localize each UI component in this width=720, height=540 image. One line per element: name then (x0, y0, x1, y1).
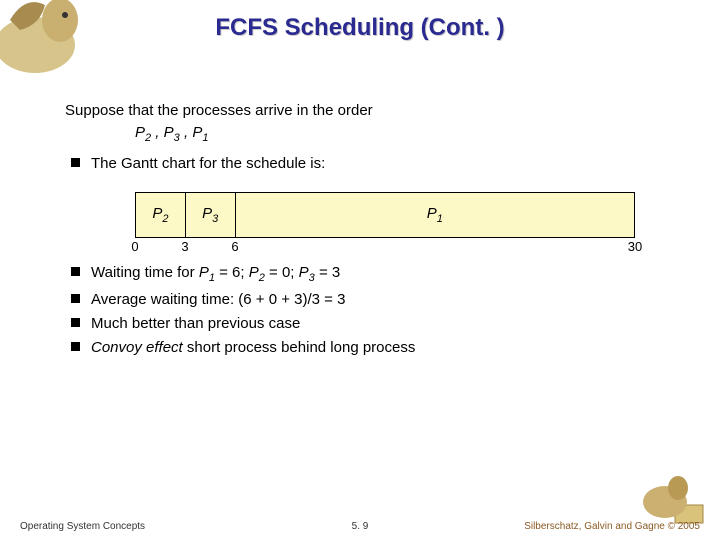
intro-line-1: Suppose that the processes arrive in the… (65, 100, 680, 122)
footer-page-number: 5. 9 (20, 521, 700, 532)
gantt-seg-p2: P2 (136, 193, 186, 237)
gantt-chart: P2 P3 P1 0 3 6 30 (135, 192, 635, 256)
bullet-list-bottom: Waiting time for P1 = 6; P2 = 0; P3 = 3 … (65, 262, 680, 358)
slide-title: FCFS Scheduling (Cont. ) (0, 14, 720, 42)
bullet-gantt-intro: The Gantt chart for the schedule is: (65, 153, 680, 175)
slide-body: Suppose that the processes arrive in the… (65, 100, 680, 361)
gantt-bar: P2 P3 P1 (135, 192, 635, 238)
bullet-convoy: Convoy effect short process behind long … (65, 337, 680, 359)
intro-order: P2 , P3 , P1 (65, 122, 680, 147)
tick-0: 0 (131, 238, 138, 257)
gantt-seg-p1: P1 (236, 193, 634, 237)
bullet-list-top: The Gantt chart for the schedule is: (65, 153, 680, 175)
bullet-waiting-times: Waiting time for P1 = 6; P2 = 0; P3 = 3 (65, 262, 680, 287)
bullet-better: Much better than previous case (65, 313, 680, 335)
tick-6: 6 (231, 238, 238, 257)
bullet-avg-wait: Average waiting time: (6 + 0 + 3)/3 = 3 (65, 289, 680, 311)
slide: FCFS Scheduling (Cont. ) Suppose that th… (0, 0, 720, 540)
slide-footer: Operating System Concepts 5. 9 Silbersch… (20, 521, 700, 532)
tick-30: 30 (628, 238, 642, 257)
tick-3: 3 (181, 238, 188, 257)
gantt-seg-p3: P3 (186, 193, 236, 237)
gantt-ticks: 0 3 6 30 (135, 238, 635, 256)
intro-text: Suppose that the processes arrive in the… (65, 100, 680, 147)
